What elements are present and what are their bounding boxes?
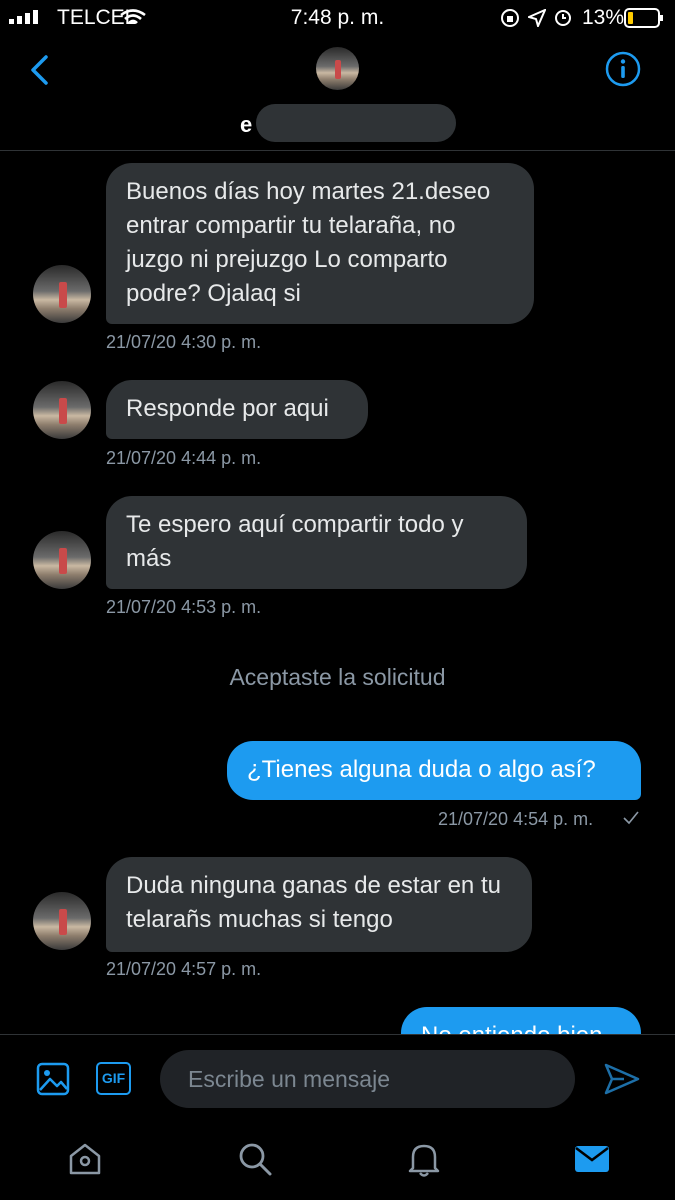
messages-envelope-icon[interactable] xyxy=(574,1145,610,1173)
sender-avatar[interactable] xyxy=(33,531,91,589)
message-bubble-incoming[interactable]: Buenos días hoy martes 21.deseo entrar c… xyxy=(106,163,534,324)
sender-avatar[interactable] xyxy=(33,381,91,439)
redacted-name-block xyxy=(256,104,456,142)
battery-icon xyxy=(624,8,663,28)
alarm-icon xyxy=(555,10,571,26)
message-bubble-outgoing[interactable]: ¿Tienes alguna duda o algo así? xyxy=(227,741,641,800)
header-divider xyxy=(0,150,675,151)
notifications-bell-icon[interactable] xyxy=(406,1140,442,1178)
back-button[interactable] xyxy=(28,54,50,86)
message-composer: GIF Escribe un mensaje xyxy=(0,1034,675,1126)
home-icon[interactable] xyxy=(67,1141,103,1177)
message-bubble-incoming[interactable]: Te espero aquí compartir todo y más xyxy=(106,496,527,589)
battery-percentage: 13% xyxy=(582,6,625,29)
search-icon[interactable] xyxy=(237,1141,273,1177)
sent-check-icon xyxy=(623,811,639,825)
conversation-name[interactable]: e xyxy=(240,112,252,138)
message-timestamp: 21/07/20 4:57 p. m. xyxy=(106,959,262,979)
orientation-lock-icon xyxy=(501,9,519,27)
request-accepted-notice: Aceptaste la solicitud xyxy=(229,664,446,690)
location-arrow-icon xyxy=(528,9,546,27)
message-bubble-incoming[interactable]: Duda ninguna ganas de estar en tu telara… xyxy=(106,857,532,952)
message-timestamp: 21/07/20 4:54 p. m. xyxy=(438,809,594,829)
info-button[interactable] xyxy=(605,51,641,87)
message-bubble-incoming[interactable]: Responde por aqui xyxy=(106,380,368,439)
sender-avatar[interactable] xyxy=(33,892,91,950)
status-bar: TELCEL 7:48 p. m. 13% xyxy=(0,0,675,34)
send-icon[interactable] xyxy=(604,1063,640,1095)
clock: 7:48 p. m. xyxy=(290,6,385,29)
tab-bar xyxy=(0,1126,675,1200)
image-icon[interactable] xyxy=(36,1062,70,1096)
sender-avatar[interactable] xyxy=(33,265,91,323)
gif-label: GIF xyxy=(101,1070,126,1086)
gif-button[interactable]: GIF xyxy=(96,1062,131,1095)
message-input[interactable]: Escribe un mensaje xyxy=(160,1050,575,1108)
message-timestamp: 21/07/20 4:53 p. m. xyxy=(106,597,262,617)
conversation-avatar[interactable] xyxy=(316,47,359,90)
message-input-placeholder: Escribe un mensaje xyxy=(188,1066,390,1092)
message-timestamp: 21/07/20 4:30 p. m. xyxy=(106,332,262,352)
message-timestamp: 21/07/20 4:44 p. m. xyxy=(106,448,262,468)
